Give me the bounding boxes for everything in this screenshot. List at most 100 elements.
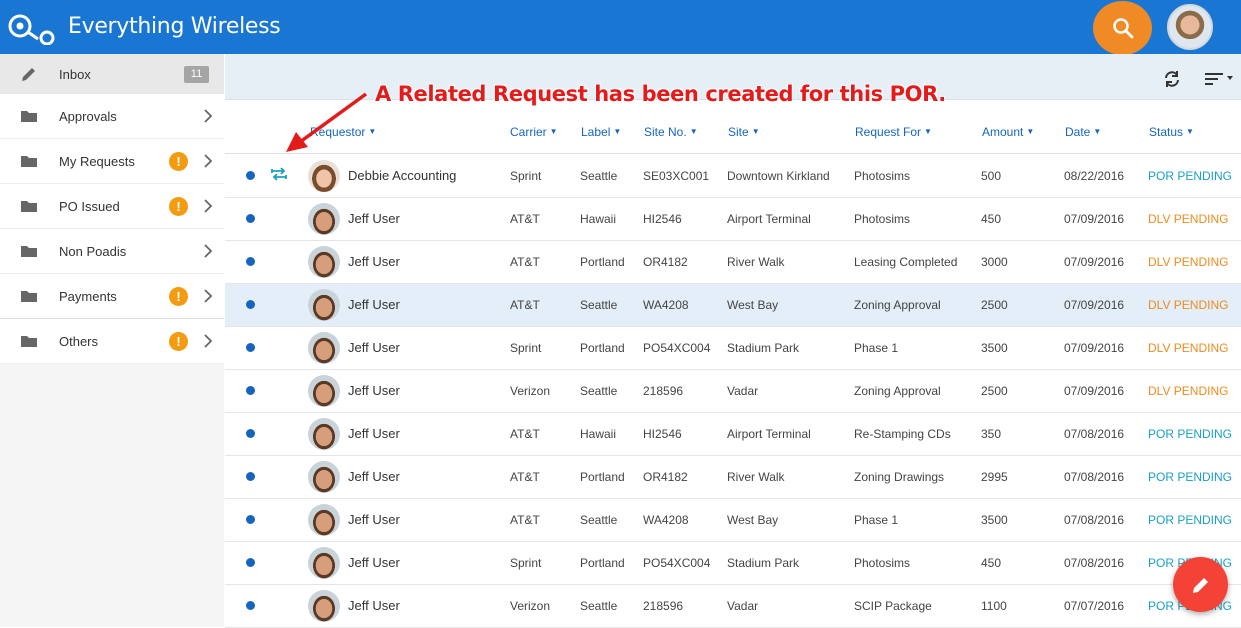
requestor-avatar [308,203,340,235]
cell-site-no: WA4208 [643,513,689,527]
requestor-avatar [308,332,340,364]
cell-label: Portland [580,255,625,269]
requestor-avatar [308,418,340,450]
cell-label: Portland [580,556,625,570]
cell-carrier: Sprint [510,556,542,570]
cell-carrier: Sprint [510,169,542,183]
col-header-label[interactable]: Label ▼ [581,125,621,139]
requestor-name: Jeff User [348,512,400,527]
table-row[interactable]: Jeff User AT&T Hawaii HI2546 Airport Termina… [225,413,1241,456]
cell-date: 07/08/2016 [1064,427,1125,441]
cell-amount: 3000 [981,255,1008,269]
cell-amount: 3500 [981,341,1008,355]
sidebar-item-po-issued[interactable]: PO Issued ! [0,184,224,229]
app-logo-icon[interactable] [8,11,58,45]
unread-dot [246,601,255,610]
table-row[interactable]: Jeff User AT&T Portland OR4182 River Walk Zon… [225,456,1241,499]
unread-dot [246,386,255,395]
cell-request-for: SCIP Package [854,599,932,613]
sidebar-item-label: Payments [59,288,117,304]
status-badge: DLV PENDING [1148,341,1229,355]
cell-carrier: AT&T [510,212,540,226]
request-list: Debbie Accounting Sprint Seattle SE03XC001 D… [225,155,1241,628]
sidebar-item-non-poadis[interactable]: Non Poadis [0,229,224,274]
col-header-site[interactable]: Site ▼ [728,125,760,139]
col-header-amount[interactable]: Amount ▼ [982,125,1034,139]
user-avatar[interactable] [1167,4,1213,50]
cell-site-no: HI2546 [643,212,682,226]
cell-amount: 2500 [981,298,1008,312]
search-button[interactable] [1093,1,1152,55]
folder-icon [21,111,37,122]
requestor-avatar [308,160,340,192]
cell-site-no: WA4208 [643,298,689,312]
sidebar-item-label: Inbox [59,66,91,82]
cell-site: River Walk [727,255,785,269]
col-header-request-for[interactable]: Request For ▼ [855,125,932,139]
cell-site-no: OR4182 [643,470,688,484]
cell-amount: 3500 [981,513,1008,527]
cell-date: 08/22/2016 [1064,169,1125,183]
cell-site: Stadium Park [727,556,800,570]
alert-badge: ! [169,331,188,351]
table-row[interactable]: Jeff User Sprint Portland PO54XC004 Stadium … [225,542,1241,585]
status-badge: DLV PENDING [1148,255,1229,269]
table-row[interactable]: Jeff User Verizon Seattle 218596 Vadar SCIP P… [225,585,1241,628]
table-row[interactable]: Jeff User AT&T Seattle WA4208 West Bay Phase … [225,499,1241,542]
cell-label: Seattle [580,384,618,398]
cell-label: Seattle [580,513,618,527]
cell-request-for: Photosims [854,556,911,570]
sidebar-item-my-requests[interactable]: My Requests ! [0,139,224,184]
refresh-icon[interactable] [1162,69,1182,89]
requestor-avatar [308,375,340,407]
requestor-name: Jeff User [348,383,400,398]
table-row[interactable]: Jeff User AT&T Seattle WA4208 West Bay Zoning… [225,284,1241,327]
cell-label: Hawaii [580,212,617,226]
requestor-avatar [308,461,340,493]
table-row[interactable]: Jeff User Verizon Seattle 218596 Vadar Zoning… [225,370,1241,413]
status-badge: POR PENDING [1148,427,1233,441]
col-header-status[interactable]: Status ▼ [1149,125,1194,139]
sidebar-item-payments[interactable]: Payments ! [0,274,224,319]
requestor-avatar [308,504,340,536]
cell-site: Downtown Kirkland [727,169,830,183]
requestor-avatar [308,590,340,622]
related-request-icon[interactable] [270,165,288,183]
chevron-right-icon [204,289,213,303]
chevron-right-icon [204,334,213,348]
cell-date: 07/08/2016 [1064,470,1125,484]
table-row[interactable]: Jeff User Sprint Portland PO54XC004 Stadium … [225,327,1241,370]
sidebar-item-inbox[interactable]: Inbox 11 [0,54,224,94]
alert-badge: ! [169,151,188,171]
cell-request-for: Photosims [854,212,911,226]
cell-site: Airport Terminal [727,212,811,226]
sidebar-item-label: Others [59,333,99,349]
sidebar-item-others[interactable]: Others ! [0,319,224,364]
pencil-icon [1192,577,1208,593]
cell-request-for: Zoning Approval [854,298,941,312]
annotation-arrow-icon [286,92,368,152]
cell-site: Stadium Park [727,341,800,355]
status-badge: POR PENDING [1148,470,1233,484]
table-row[interactable]: Jeff User AT&T Hawaii HI2546 Airport Termina… [225,198,1241,241]
requestor-name: Jeff User [348,555,400,570]
requestor-name: Jeff User [348,340,400,355]
requestor-name: Debbie Accounting [348,168,457,183]
cell-site: West Bay [727,513,779,527]
sort-icon[interactable] [1205,70,1235,88]
inbox-count-badge: 11 [184,65,209,83]
compose-button[interactable] [1173,557,1228,612]
col-header-carrier[interactable]: Carrier ▼ [510,125,558,139]
table-row[interactable]: Jeff User AT&T Portland OR4182 River Walk Lea… [225,241,1241,284]
cell-site-no: 218596 [643,599,684,613]
requestor-avatar [308,246,340,278]
unread-dot [246,257,255,266]
cell-site-no: OR4182 [643,255,688,269]
col-header-date[interactable]: Date ▼ [1065,125,1101,139]
requestor-name: Jeff User [348,211,400,226]
table-row[interactable]: Debbie Accounting Sprint Seattle SE03XC001 D… [225,155,1241,198]
col-header-site-no[interactable]: Site No. ▼ [644,125,698,139]
cell-site: Vadar [727,599,759,613]
cell-date: 07/09/2016 [1064,341,1125,355]
sidebar-item-approvals[interactable]: Approvals [0,94,224,139]
